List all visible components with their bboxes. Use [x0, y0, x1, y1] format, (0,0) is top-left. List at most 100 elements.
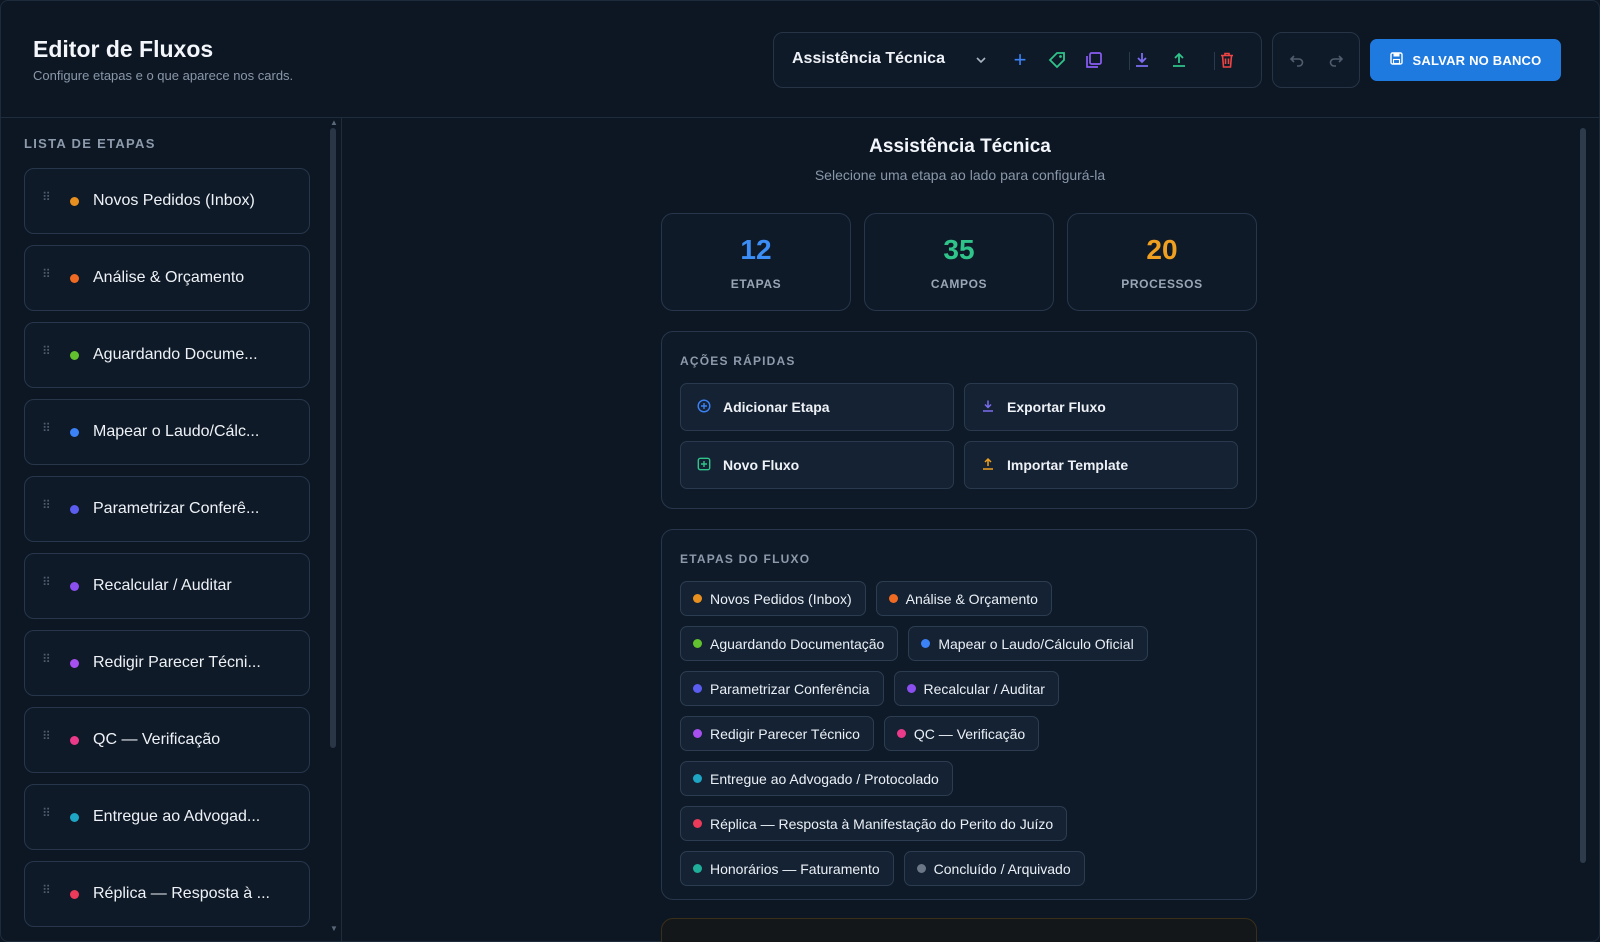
flow-stage-chip-label: Recalcular / Auditar	[923, 680, 1045, 697]
drag-handle-icon[interactable]: ⠿	[42, 576, 51, 588]
partial-card	[661, 918, 1257, 942]
stat-value: 12	[740, 234, 772, 265]
stage-color-dot	[916, 864, 926, 873]
stage-color-dot	[70, 813, 79, 822]
chip-row: Réplica — Resposta à Manifestação do Per…	[680, 806, 1240, 841]
chevron-down-icon[interactable]	[968, 46, 994, 74]
stage-color-dot	[70, 505, 79, 514]
sidebar-stage-item[interactable]: ⠿ Novos Pedidos (Inbox)	[24, 168, 310, 234]
main-scrollbar[interactable]	[1580, 128, 1586, 863]
stage-color-dot	[888, 594, 898, 603]
drag-handle-icon[interactable]: ⠿	[42, 345, 51, 357]
flow-stage-chip-label: Honorários — Faturamento	[710, 860, 880, 877]
undo-icon[interactable]	[1284, 46, 1310, 74]
redo-icon[interactable]	[1323, 46, 1349, 74]
drag-handle-icon[interactable]: ⠿	[42, 807, 51, 819]
sidebar-stage-item[interactable]: ⠿ Parametrizar Conferê...	[24, 476, 310, 542]
stat-card-processes: 20 PROCESSOS	[1067, 213, 1257, 311]
drag-handle-icon[interactable]: ⠿	[42, 730, 51, 742]
sidebar-stage-item[interactable]: ⠿ Mapear o Laudo/Cálc...	[24, 399, 310, 465]
stage-color-dot	[896, 729, 906, 738]
flow-stage-chip[interactable]: Aguardando Documentação	[680, 626, 899, 661]
stage-color-dot	[693, 684, 702, 693]
flow-stage-chip-label: Novos Pedidos (Inbox)	[710, 590, 852, 607]
sidebar-stage-label: Parametrizar Conferê...	[93, 500, 260, 517]
drag-handle-icon[interactable]: ⠿	[42, 884, 51, 896]
add-stage-button[interactable]: Adicionar Etapa	[680, 383, 954, 431]
stage-color-dot	[693, 594, 702, 603]
flow-title: Assistência Técnica	[869, 136, 1051, 157]
flow-stage-chip[interactable]: Entregue ao Advogado / Protocolado	[680, 761, 953, 796]
add-stage-label: Adicionar Etapa	[723, 399, 830, 415]
sidebar-stage-item[interactable]: ⠿ Redigir Parecer Técni...	[24, 630, 310, 696]
flow-stage-chip-label: Entregue ao Advogado / Protocolado	[710, 770, 939, 787]
drag-handle-icon[interactable]: ⠿	[42, 268, 51, 280]
sidebar-scrollbar[interactable]	[330, 128, 336, 748]
sidebar-stage-item[interactable]: ⠿ Entregue ao Advogad...	[24, 784, 310, 850]
flow-stage-chip-label: Réplica — Resposta à Manifestação do Per…	[710, 815, 1054, 832]
import-template-label: Importar Template	[1007, 457, 1129, 473]
stage-color-dot	[70, 274, 79, 283]
scroll-up-icon[interactable]: ▲	[330, 118, 338, 127]
sidebar-stage-item[interactable]: ⠿ QC — Verificação	[24, 707, 310, 773]
flow-stage-chip[interactable]: Réplica — Resposta à Manifestação do Per…	[680, 806, 1068, 841]
trash-icon[interactable]	[1214, 46, 1240, 74]
upload-icon[interactable]	[1166, 46, 1192, 74]
page-title: Editor de Fluxos	[33, 36, 214, 62]
drag-handle-icon[interactable]: ⠿	[42, 422, 51, 434]
download-icon[interactable]	[1129, 46, 1155, 74]
chip-row: Novos Pedidos (Inbox) Análise & Orçamento	[680, 581, 1240, 616]
sidebar-heading: LISTA DE ETAPAS	[24, 136, 156, 151]
new-flow-button[interactable]: Novo Fluxo	[680, 441, 954, 489]
sidebar-stage-label: Novos Pedidos (Inbox)	[93, 192, 255, 209]
flow-stage-chip[interactable]: Redigir Parecer Técnico	[680, 716, 874, 751]
sidebar-stage-label: Aguardando Docume...	[93, 346, 258, 363]
save-button-label: SALVAR NO BANCO	[1412, 52, 1542, 68]
stage-color-dot	[70, 351, 79, 360]
drag-handle-icon[interactable]: ⠿	[42, 653, 51, 665]
stat-value: 20	[1146, 234, 1178, 265]
flow-stage-chip[interactable]: Novos Pedidos (Inbox)	[680, 581, 866, 616]
copy-icon[interactable]	[1081, 46, 1107, 74]
export-flow-button[interactable]: Exportar Fluxo	[964, 383, 1238, 431]
chip-row: Redigir Parecer Técnico QC — Verificação	[680, 716, 1240, 751]
upload-icon	[981, 457, 995, 474]
sidebar-stage-item[interactable]: ⠿ Aguardando Docume...	[24, 322, 310, 388]
quick-actions-heading: AÇÕES RÁPIDAS	[680, 354, 796, 368]
sidebar-stage-item[interactable]: ⠿ Recalcular / Auditar	[24, 553, 310, 619]
plus-icon[interactable]: +	[1007, 46, 1033, 74]
sidebar-stage-label: Análise & Orçamento	[93, 269, 245, 286]
stage-color-dot	[70, 197, 79, 206]
save-to-database-button[interactable]: SALVAR NO BANCO	[1370, 39, 1561, 81]
drag-handle-icon[interactable]: ⠿	[42, 499, 51, 511]
flow-stage-chip[interactable]: Honorários — Faturamento	[680, 851, 894, 886]
flow-stage-chip[interactable]: QC — Verificação	[883, 716, 1040, 751]
flow-select[interactable]: Assistência Técnica	[792, 50, 945, 68]
flow-stage-chip-label: Aguardando Documentação	[710, 635, 885, 652]
import-template-button[interactable]: Importar Template	[964, 441, 1238, 489]
stage-color-dot	[70, 659, 79, 668]
sidebar-stage-label: Redigir Parecer Técni...	[93, 654, 261, 671]
stat-card-stages: 12 ETAPAS	[661, 213, 851, 311]
flow-stage-chip[interactable]: Concluído / Arquivado	[903, 851, 1085, 886]
stage-color-dot	[906, 684, 916, 693]
flow-stage-chips: Novos Pedidos (Inbox) Análise & Orçamento…	[680, 581, 1240, 896]
flow-stage-chip[interactable]: Mapear o Laudo/Cálculo Oficial	[908, 626, 1148, 661]
scroll-down-icon[interactable]: ▼	[330, 924, 338, 933]
stage-list: ⠿ Novos Pedidos (Inbox) ⠿ Análise & Orçamen…	[24, 168, 310, 938]
sidebar-stage-label: Entregue ao Advogad...	[93, 808, 261, 825]
sidebar-stage-item[interactable]: ⠿ Réplica — Resposta à ...	[24, 861, 310, 927]
flow-stage-chip[interactable]: Parametrizar Conferência	[680, 671, 884, 706]
drag-handle-icon[interactable]: ⠿	[42, 191, 51, 203]
stat-label: ETAPAS	[730, 277, 782, 291]
flow-stages-panel: ETAPAS DO FLUXO Novos Pedidos (Inbox) Aná…	[661, 529, 1257, 900]
tag-icon[interactable]	[1044, 46, 1070, 74]
new-flow-label: Novo Fluxo	[723, 457, 800, 473]
stat-label: CAMPOS	[930, 277, 988, 291]
sidebar-stage-item[interactable]: ⠿ Análise & Orçamento	[24, 245, 310, 311]
flow-stage-chip[interactable]: Análise & Orçamento	[875, 581, 1052, 616]
page-subtitle: Configure etapas e o que aparece nos car…	[33, 68, 294, 83]
quick-actions-panel: AÇÕES RÁPIDAS Adicionar Etapa Exportar F…	[661, 331, 1257, 509]
flow-stage-chip[interactable]: Recalcular / Auditar	[893, 671, 1059, 706]
save-icon	[1389, 52, 1403, 68]
